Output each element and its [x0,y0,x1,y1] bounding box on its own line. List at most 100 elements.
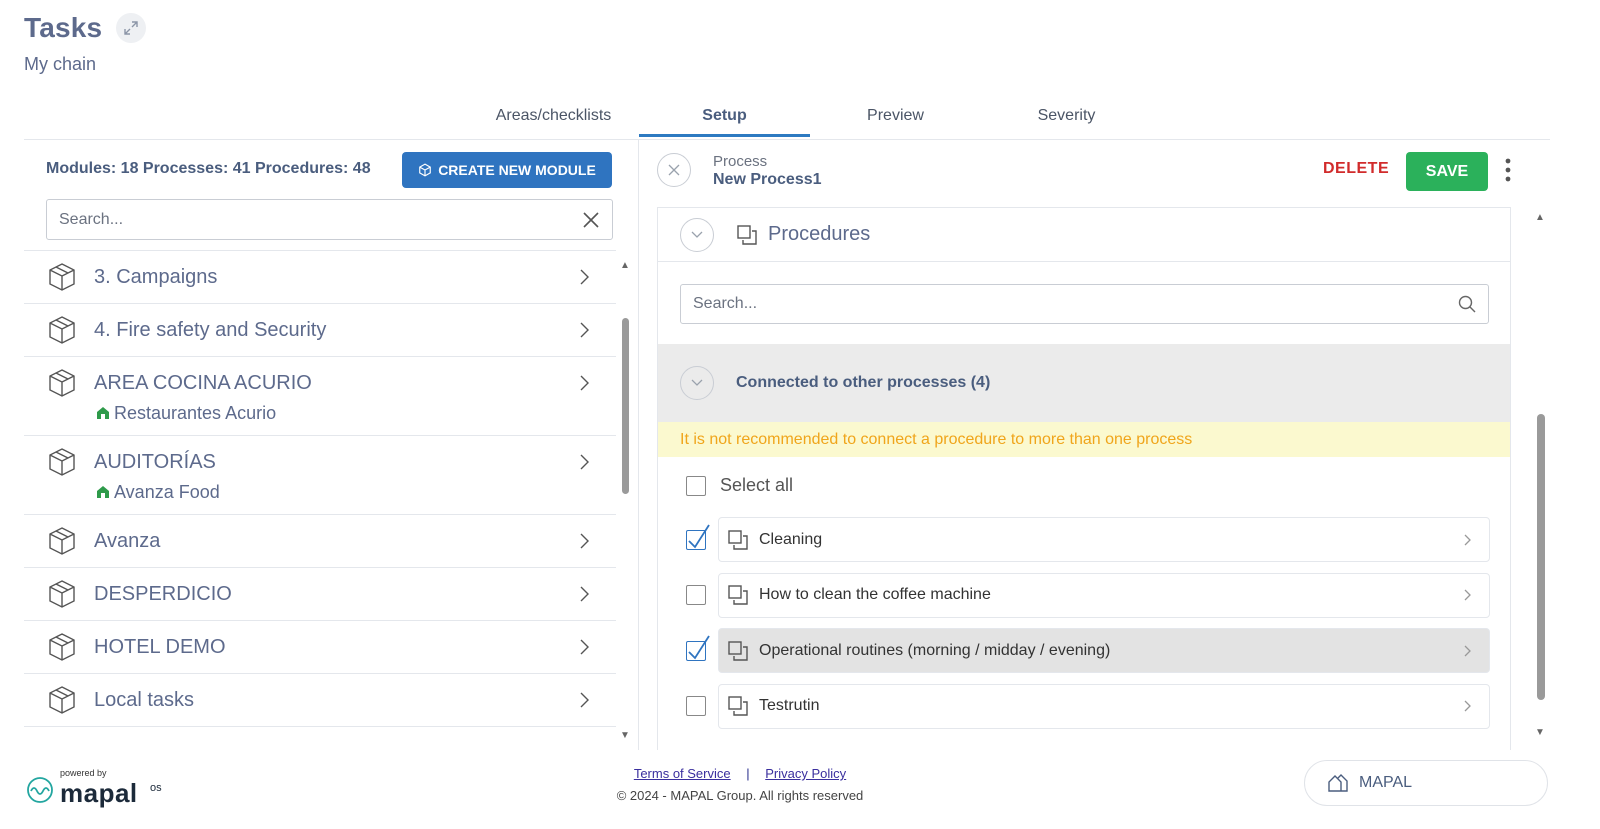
procedure-checkbox[interactable] [686,524,710,550]
module-icon [49,263,75,291]
procedure-row[interactable]: Cleaning [686,512,1490,568]
scroll-up-icon[interactable]: ▲ [620,260,630,271]
close-icon [668,164,680,176]
scroll-up-icon[interactable]: ▲ [1535,212,1545,223]
chevron-right-icon[interactable] [570,268,600,286]
page-title: Tasks [24,12,103,43]
modules-panel: Modules: 18 Processes: 41 Procedures: 48… [24,140,636,750]
module-item[interactable]: DESPERDICIO [24,568,616,621]
connected-label: Connected to other processes (4) [736,374,991,391]
module-icon [49,580,75,608]
module-name: DESPERDICIO [94,582,232,605]
procedure-name: Testrutin [759,697,820,715]
tab-areas-checklists[interactable]: Areas/checklists [468,100,639,137]
module-icon [49,686,75,714]
module-item[interactable]: Avanza [24,515,616,568]
tab-preview[interactable]: Preview [810,100,981,137]
collapse-connected-button[interactable] [680,366,714,400]
link-separator: | [746,766,750,781]
expand-button[interactable] [116,13,147,43]
tab-setup[interactable]: Setup [639,100,810,137]
procedure-checkbox[interactable] [686,585,706,606]
connected-section[interactable]: Connected to other processes (4) [658,344,1510,422]
cube-icon [419,163,432,177]
save-button[interactable]: SAVE [1406,152,1488,191]
module-icon [49,316,75,344]
chevron-right-icon[interactable] [1463,644,1473,658]
mapal-os-logo: powered by mapal os [26,768,176,808]
module-item[interactable]: 4. Fire safety and Security [24,304,616,357]
chevron-right-icon[interactable] [1463,699,1473,713]
module-name: Local tasks [94,688,195,711]
procedures-title: Procedures [768,223,871,245]
tab-severity[interactable]: Severity [981,100,1152,137]
chevron-right-icon[interactable] [1463,588,1473,602]
page-subtitle: My chain [24,54,97,74]
module-name: AUDITORÍAS [94,450,216,473]
page-header: Tasks My chain [24,12,147,75]
chevron-right-icon[interactable] [570,321,600,339]
procedures-card: Procedures Search... Connected to other … [657,207,1511,750]
store-icon [96,485,110,502]
module-counts: Modules: 18 Processes: 41 Procedures: 48 [46,160,371,177]
procedure-row[interactable]: Testrutin [686,679,1490,735]
module-location: Avanza Food [114,482,220,502]
module-name: HOTEL DEMO [94,635,226,658]
modules-scrollbar[interactable]: ▲ ▼ [620,260,630,741]
wave-logo-icon [27,777,53,803]
procedures-scrollbar[interactable]: ▲ ▼ [1535,212,1547,742]
procedure-list: Cleaning How to clean the coffee machine O… [686,512,1490,734]
module-list: 3. Campaigns 4. Fire safety and Security A… [24,251,616,741]
chevron-right-icon[interactable] [570,532,600,550]
process-name: New Process1 [713,171,822,188]
footer-links: Terms of Service | Privacy Policy [600,766,880,781]
chevron-right-icon[interactable] [570,453,600,471]
procedures-search-placeholder: Search... [693,295,758,312]
procedure-checkbox[interactable] [686,635,710,661]
modules-search-input[interactable]: Search... [46,199,613,240]
brand-text: mapal [60,778,138,808]
procedures-search-input[interactable]: Search... [680,284,1489,324]
procedure-row[interactable]: How to clean the coffee machine [686,568,1490,624]
scroll-down-icon[interactable]: ▼ [1535,727,1545,738]
chevron-right-icon[interactable] [570,691,600,709]
delete-button[interactable]: DELETE [1323,160,1389,178]
module-item[interactable]: Local tasks [24,674,616,727]
procedure-icon [728,641,748,661]
close-process-button[interactable] [657,153,691,187]
more-options-icon[interactable] [1501,158,1515,184]
select-all-label: Select all [720,475,794,495]
select-all[interactable]: Select all [686,475,793,496]
procedure-card[interactable]: Operational routines (morning / midday /… [718,628,1490,674]
scroll-down-icon[interactable]: ▼ [620,730,630,741]
chevron-right-icon[interactable] [570,585,600,603]
terms-of-service-link[interactable]: Terms of Service [634,766,731,781]
module-name: 3. Campaigns [94,265,218,288]
procedure-checkbox[interactable] [686,696,706,717]
create-new-module-label: CREATE NEW MODULE [438,162,596,178]
chevron-right-icon[interactable] [570,374,600,392]
powered-by-text: powered by [60,768,107,778]
procedure-card[interactable]: Testrutin [718,683,1490,729]
procedure-row[interactable]: Operational routines (morning / midday /… [686,623,1490,679]
chevron-right-icon[interactable] [1463,533,1473,547]
module-item[interactable]: 3. Campaigns [24,251,616,304]
module-item[interactable]: HOTEL DEMO [24,621,616,674]
select-all-checkbox[interactable] [686,475,706,496]
module-item[interactable]: AREA COCINA ACURIO Restaurantes Acurio [24,357,616,436]
mapal-switch-button[interactable]: MAPAL [1304,760,1548,806]
privacy-policy-link[interactable]: Privacy Policy [765,766,846,781]
module-icon [49,527,75,555]
create-new-module-button[interactable]: CREATE NEW MODULE [402,152,612,188]
clear-icon[interactable] [582,211,600,229]
collapse-procedures-button[interactable] [680,217,714,252]
chevron-right-icon[interactable] [570,638,600,656]
procedure-card[interactable]: Cleaning [718,517,1490,563]
scroll-thumb[interactable] [622,318,629,494]
chevron-down-icon [691,231,703,238]
module-item[interactable]: AUDITORÍAS Avanza Food [24,436,616,515]
scroll-thumb[interactable] [1537,414,1545,700]
tab-bar: Areas/checklists Setup Preview Severity [468,100,1152,137]
search-icon[interactable] [1458,295,1476,313]
procedure-card[interactable]: How to clean the coffee machine [718,572,1490,618]
